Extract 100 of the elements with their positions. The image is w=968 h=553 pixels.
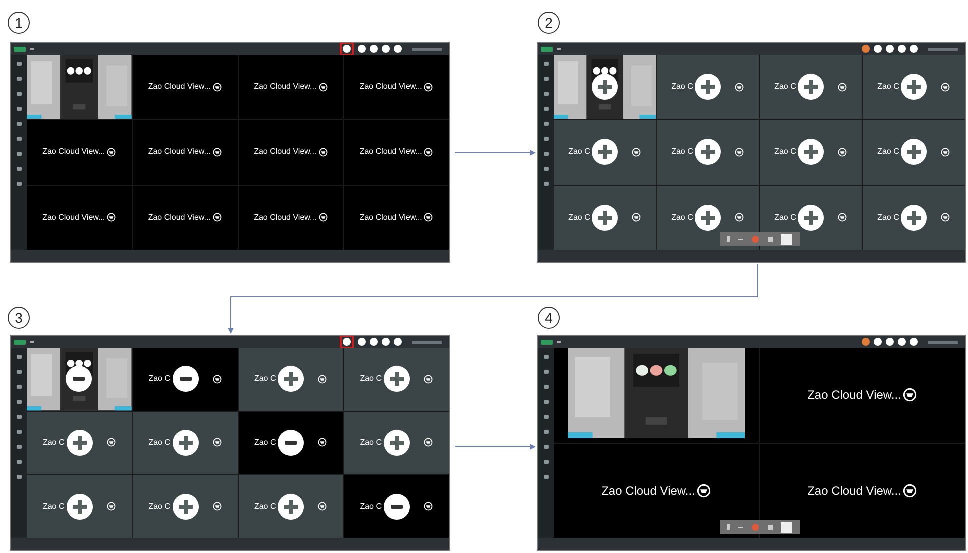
add-button[interactable]: [172, 494, 199, 520]
sidebar-icon[interactable]: [16, 137, 22, 141]
video-tile[interactable]: Zao Cloud View...: [132, 55, 238, 120]
toolbar-icon[interactable]: [726, 524, 730, 530]
video-tile[interactable]: Zao C: [132, 348, 238, 411]
sidebar-icon[interactable]: [16, 385, 22, 389]
add-button[interactable]: [384, 430, 410, 456]
sidebar-icon[interactable]: [544, 370, 548, 374]
sidebar-icon[interactable]: [544, 385, 548, 389]
sidebar-icon[interactable]: [16, 167, 22, 171]
video-tile[interactable]: Zao Cloud View...: [238, 55, 344, 120]
sidebar-icon[interactable]: [544, 182, 548, 186]
video-tile[interactable]: Zao C: [863, 55, 965, 120]
add-button[interactable]: [278, 494, 304, 520]
sidebar-icon[interactable]: [16, 92, 22, 96]
sidebar-icon[interactable]: [544, 430, 548, 434]
sidebar-icon[interactable]: [544, 460, 548, 464]
add-button[interactable]: [798, 74, 824, 100]
sidebar-icon[interactable]: [16, 77, 22, 81]
video-tile[interactable]: Zao Cloud View...: [132, 186, 238, 250]
video-tile[interactable]: Zao Cloud View...: [344, 55, 449, 120]
video-tile[interactable]: Zao C: [554, 120, 656, 185]
video-tile[interactable]: Zao C: [344, 348, 449, 411]
user-menu-icon[interactable]: [928, 48, 958, 50]
video-tile[interactable]: Zao C: [760, 186, 862, 250]
video-tile[interactable]: Zao Cloud View...: [238, 186, 344, 250]
video-tile[interactable]: Zao Cloud View...: [344, 186, 449, 250]
video-tile[interactable]: Zao C: [760, 120, 862, 185]
add-button[interactable]: [695, 139, 722, 166]
video-tile[interactable]: Zao Cloud View...: [760, 348, 965, 442]
add-button[interactable]: [798, 204, 824, 231]
add-button[interactable]: [66, 494, 93, 520]
sidebar-icon[interactable]: [16, 182, 22, 186]
add-button[interactable]: [66, 430, 93, 456]
sidebar-icon[interactable]: [544, 107, 548, 111]
toolbar-icon[interactable]: [726, 236, 730, 242]
video-tile[interactable]: Zao C: [760, 55, 862, 120]
remove-button[interactable]: [384, 494, 410, 520]
add-button[interactable]: [901, 74, 928, 100]
video-tile[interactable]: Zao Cloud View...: [27, 120, 132, 185]
video-tile[interactable]: Zao Cloud View...: [760, 444, 965, 538]
sidebar-icon[interactable]: [544, 62, 548, 66]
toolbar-icon[interactable]: [781, 522, 792, 532]
sidebar-icon[interactable]: [16, 370, 22, 374]
video-tile[interactable]: Zao Cloud View...: [27, 186, 132, 250]
video-tile[interactable]: Zao C: [132, 412, 238, 474]
sidebar-icon[interactable]: [16, 415, 22, 419]
video-tile[interactable]: Zao C: [657, 120, 759, 185]
toolbar-icon[interactable]: [768, 524, 773, 530]
video-tile[interactable]: Zao Cloud View...: [238, 120, 344, 185]
video-tile[interactable]: Zao C: [344, 412, 449, 474]
sidebar-icon[interactable]: [544, 475, 548, 479]
sidebar-icon[interactable]: [544, 400, 548, 404]
sidebar-icon[interactable]: [16, 445, 22, 449]
video-tile[interactable]: Zao C: [27, 475, 132, 538]
sidebar-icon[interactable]: [16, 355, 22, 359]
sidebar-icon[interactable]: [544, 415, 548, 419]
video-tile[interactable]: Zao Cloud View...: [132, 120, 238, 185]
sidebar-icon[interactable]: [16, 475, 22, 479]
user-menu-icon[interactable]: [928, 340, 958, 344]
sidebar-icon[interactable]: [16, 460, 22, 464]
video-tile[interactable]: Zao Cloud View...: [554, 444, 759, 538]
add-button[interactable]: [901, 139, 928, 166]
video-tile[interactable]: Zao C: [238, 475, 344, 538]
sidebar-icon[interactable]: [544, 122, 548, 126]
video-tile[interactable]: Zao C: [238, 348, 344, 411]
video-tile[interactable]: Zao C: [863, 186, 965, 250]
sidebar-icon[interactable]: [544, 152, 548, 156]
add-button[interactable]: [278, 366, 304, 392]
sidebar-icon[interactable]: [16, 62, 22, 66]
video-tile[interactable]: Zao C: [344, 475, 449, 538]
sidebar-icon[interactable]: [544, 77, 548, 81]
sidebar-icon[interactable]: [16, 107, 22, 111]
video-tile[interactable]: Zao C: [238, 412, 344, 474]
add-button[interactable]: [901, 204, 928, 231]
add-button[interactable]: [592, 204, 618, 231]
sidebar-icon[interactable]: [544, 167, 548, 171]
sidebar-icon[interactable]: [544, 355, 548, 359]
add-button[interactable]: [695, 204, 722, 231]
video-tile[interactable]: Zao C: [863, 120, 965, 185]
toolbar-icon[interactable]: [781, 234, 792, 244]
video-tile[interactable]: Zao C: [657, 186, 759, 250]
toolbar-icon[interactable]: [768, 236, 773, 242]
remove-button[interactable]: [278, 430, 304, 456]
sidebar-icon[interactable]: [16, 430, 22, 434]
add-button[interactable]: [592, 139, 618, 166]
sidebar-icon[interactable]: [544, 137, 548, 141]
video-tile[interactable]: Zao C: [554, 186, 656, 250]
add-button[interactable]: [695, 74, 722, 100]
user-menu-icon[interactable]: [412, 340, 442, 344]
sidebar-icon[interactable]: [544, 92, 548, 96]
sidebar-icon[interactable]: [16, 122, 22, 126]
remove-button[interactable]: [172, 366, 199, 392]
add-button[interactable]: [798, 139, 824, 166]
sidebar-icon[interactable]: [544, 445, 548, 449]
video-tile[interactable]: Zao C: [657, 55, 759, 120]
user-menu-icon[interactable]: [412, 48, 442, 50]
sidebar-icon[interactable]: [16, 152, 22, 156]
sidebar-icon[interactable]: [16, 400, 22, 404]
video-tile[interactable]: Zao Cloud View...: [344, 120, 449, 185]
